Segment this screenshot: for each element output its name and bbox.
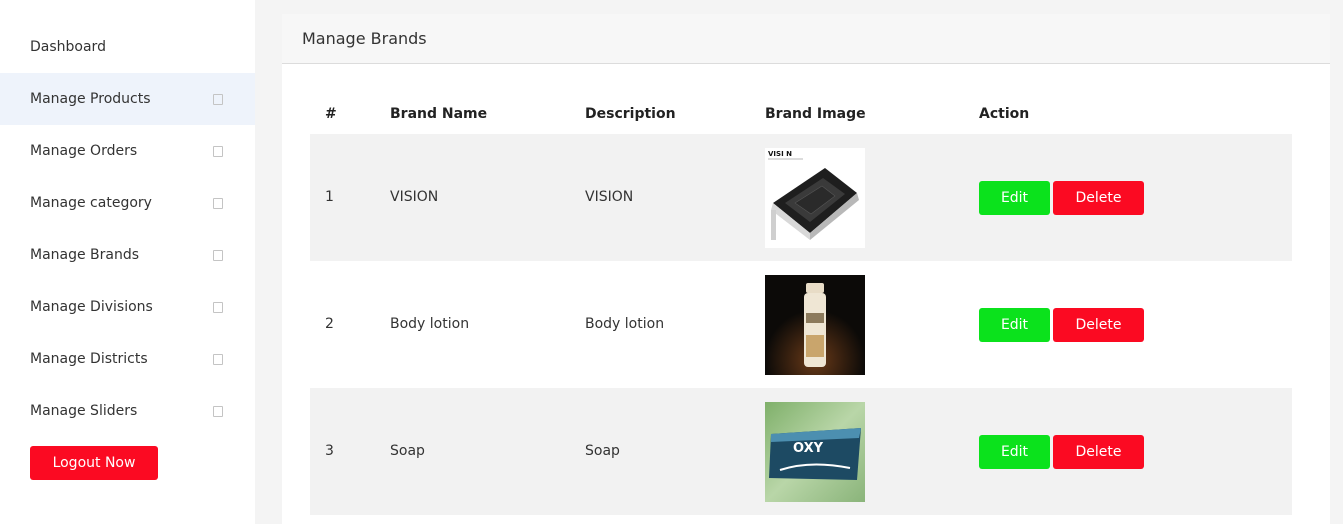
brand-name: Body lotion xyxy=(390,316,470,332)
table-row: 2 Body lotion Body lotion Edit Delete xyxy=(310,261,1292,388)
expand-icon xyxy=(213,302,223,313)
logout-button[interactable]: Logout Now xyxy=(30,446,158,480)
sidebar-item-manage-brands[interactable]: Manage Brands xyxy=(0,229,255,281)
brand-name: Soap xyxy=(390,443,425,459)
brands-card: Manage Brands # Brand Name Description B… xyxy=(282,14,1330,524)
card-header: Manage Brands xyxy=(282,14,1330,64)
table-row: 3 Soap Soap OXY Edit Delete xyxy=(310,388,1292,515)
sidebar-item-label: Manage Orders xyxy=(30,143,138,159)
table-header: # Brand Name Description Brand Image Act… xyxy=(310,98,1292,134)
brand-image xyxy=(765,275,865,375)
row-number: 2 xyxy=(325,316,334,332)
delete-button[interactable]: Delete xyxy=(1053,435,1144,469)
column-header-action: Action xyxy=(979,106,1030,122)
sidebar-item-label: Manage Divisions xyxy=(30,299,153,315)
sidebar-item-label: Manage Products xyxy=(30,91,151,107)
expand-icon xyxy=(213,250,223,261)
sidebar-item-manage-districts[interactable]: Manage Districts xyxy=(0,333,255,385)
column-header-brand-name: Brand Name xyxy=(390,106,488,122)
sidebar-item-manage-category[interactable]: Manage category xyxy=(0,177,255,229)
sidebar-item-label: Manage Sliders xyxy=(30,403,138,419)
table-row: 1 VISION VISION VISI N Edit Delete xyxy=(310,134,1292,261)
row-number: 3 xyxy=(325,443,334,459)
brand-name: VISION xyxy=(390,189,439,205)
expand-icon xyxy=(213,198,223,209)
expand-icon xyxy=(213,146,223,157)
delete-button[interactable]: Delete xyxy=(1053,181,1144,215)
expand-icon xyxy=(213,354,223,365)
sidebar: Dashboard Manage Products Manage Orders … xyxy=(0,0,255,524)
column-header-description: Description xyxy=(585,106,676,122)
column-header-number: # xyxy=(325,106,337,122)
edit-button[interactable]: Edit xyxy=(979,435,1050,469)
row-number: 1 xyxy=(325,189,334,205)
sidebar-item-label: Manage Districts xyxy=(30,351,148,367)
brand-description: VISION xyxy=(585,189,634,205)
sidebar-item-label: Dashboard xyxy=(30,39,106,55)
main-content: Manage Brands # Brand Name Description B… xyxy=(255,0,1343,524)
brand-description: Body lotion xyxy=(585,316,665,332)
sidebar-item-manage-divisions[interactable]: Manage Divisions xyxy=(0,281,255,333)
edit-button[interactable]: Edit xyxy=(979,308,1050,342)
sidebar-item-label: Manage category xyxy=(30,195,152,211)
brand-image: OXY xyxy=(765,402,865,502)
sidebar-item-manage-sliders[interactable]: Manage Sliders xyxy=(0,385,255,437)
sidebar-item-dashboard[interactable]: Dashboard xyxy=(0,21,255,73)
brand-description: Soap xyxy=(585,443,620,459)
delete-button[interactable]: Delete xyxy=(1053,308,1144,342)
brand-logo-text: VISI N xyxy=(768,150,792,158)
column-header-brand-image: Brand Image xyxy=(765,106,866,122)
sidebar-item-manage-orders[interactable]: Manage Orders xyxy=(0,125,255,177)
brand-image: VISI N xyxy=(765,148,865,248)
edit-button[interactable]: Edit xyxy=(979,181,1050,215)
expand-icon xyxy=(213,406,223,417)
brand-logo-text: OXY xyxy=(793,441,824,456)
expand-icon xyxy=(213,94,223,105)
sidebar-item-label: Manage Brands xyxy=(30,247,140,263)
sidebar-item-manage-products[interactable]: Manage Products xyxy=(0,73,255,125)
page-title: Manage Brands xyxy=(302,29,427,48)
